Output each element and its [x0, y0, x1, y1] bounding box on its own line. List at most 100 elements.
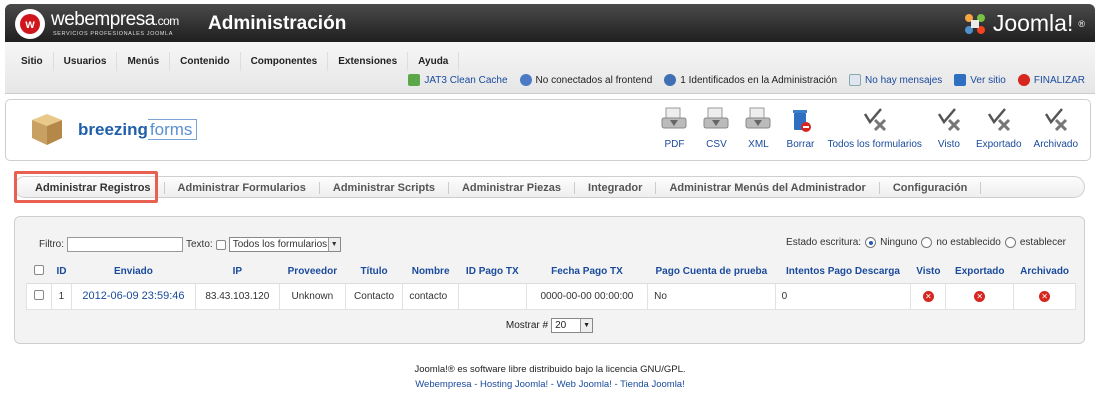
csv-export-icon [703, 107, 729, 129]
power-icon [1017, 74, 1030, 86]
col-visto[interactable]: Visto [910, 261, 946, 284]
text-checkbox[interactable] [215, 239, 226, 250]
form-select[interactable]: Todos los formularios ▼ [228, 237, 341, 252]
col-titulo[interactable]: Título [345, 261, 403, 284]
records-table: ID Enviado IP Proveedor Título Nombre ID… [26, 261, 1076, 310]
tab-administrar-formularios[interactable]: Administrar Formularios [165, 182, 320, 194]
footer-links[interactable]: Webempresa - Hosting Joomla! - Web Jooml… [0, 377, 1100, 392]
archived-button[interactable]: Archivado [1028, 106, 1084, 150]
text-label: Texto: [186, 239, 213, 250]
cell-pago-cuenta-prueba: No [647, 282, 776, 310]
radio-ninguno[interactable] [865, 237, 877, 248]
admin-users-status: 1 Identificados en la Administración [664, 74, 837, 86]
table-header-row: ID Enviado IP Proveedor Título Nombre ID… [26, 261, 1076, 284]
xml-export-icon [745, 107, 771, 129]
package-box-icon [32, 114, 62, 145]
menu-componentes[interactable]: Componentes [241, 52, 329, 71]
cell-titulo: Contacto [344, 282, 404, 310]
viewed-button[interactable]: Visto [928, 106, 970, 150]
message-icon [849, 74, 862, 86]
col-pago-cuenta-prueba[interactable]: Pago Cuenta de prueba [647, 261, 776, 284]
messages-link[interactable]: No hay mensajes [849, 74, 942, 86]
user-icon [664, 74, 677, 86]
tab-configuracion[interactable]: Configuración [880, 182, 982, 194]
delete-button[interactable]: Borrar [779, 106, 821, 150]
filter-input[interactable] [67, 237, 183, 252]
main-menu-bar: Sitio Usuarios Menús Contenido Component… [5, 42, 1095, 94]
estado-label: Estado escritura: [786, 237, 862, 248]
estado-escritura: Estado escritura: Ninguno no establecido… [786, 237, 1066, 248]
brand-tagline: SERVICIOS PROFESIONALES JOOMLA [53, 31, 173, 37]
page-size-select[interactable]: 20 ▼ [551, 318, 594, 333]
chevron-down-icon: ▼ [580, 319, 593, 332]
col-ip[interactable]: IP [195, 261, 280, 284]
records-panel: Filtro: Texto: Todos los formularios ▼ E… [14, 216, 1085, 344]
cell-fecha-pago-tx: 0000-00-00 00:00:00 [525, 282, 649, 310]
tab-administrar-menus[interactable]: Administrar Menús del Administrador [656, 182, 880, 194]
cell-proveedor: Unknown [278, 282, 346, 310]
cell-ip: 83.43.103.120 [194, 282, 280, 310]
col-exportado[interactable]: Exportado [945, 261, 1014, 284]
col-intentos-pago[interactable]: Intentos Pago Descarga [775, 261, 911, 284]
cell-enviado-link[interactable]: 2012-06-09 23:59:46 [71, 282, 196, 310]
cache-icon [408, 74, 421, 86]
status-bar: JAT3 Clean Cache No conectados al fronte… [408, 74, 1085, 86]
all-forms-button[interactable]: Todos los formularios [821, 106, 927, 150]
chevron-down-icon: ▼ [327, 238, 340, 251]
select-all-checkbox[interactable] [33, 265, 44, 276]
tab-administrar-piezas[interactable]: Administrar Piezas [449, 182, 576, 194]
trash-icon [793, 110, 812, 132]
row-checkbox[interactable] [33, 289, 44, 300]
webempresa-logo-icon: w [15, 9, 45, 39]
tab-integrador[interactable]: Integrador [575, 182, 657, 194]
exported-button[interactable]: Exportado [970, 106, 1028, 150]
table-row: 1 2012-06-09 23:59:46 83.43.103.120 Unkn… [26, 282, 1076, 310]
xml-button[interactable]: XML [737, 106, 779, 150]
check-cross-icon [987, 108, 1010, 132]
archivado-no-icon[interactable]: ✕ [1039, 290, 1051, 302]
pagination: Mostrar # 20 ▼ [15, 318, 1084, 333]
col-id-pago-tx[interactable]: ID Pago TX [458, 261, 527, 284]
tab-administrar-registros[interactable]: Administrar Registros [15, 182, 165, 194]
col-enviado[interactable]: Enviado [71, 261, 196, 284]
menu-extensiones[interactable]: Extensiones [328, 52, 409, 71]
menu-menus[interactable]: Menús [117, 52, 171, 71]
menu-contenido[interactable]: Contenido [170, 52, 241, 71]
pdf-button[interactable]: PDF [653, 106, 695, 150]
menu-sitio[interactable]: Sitio [11, 52, 54, 71]
breezingforms-logo: breezing forms [78, 119, 198, 140]
col-archivado[interactable]: Archivado [1013, 261, 1076, 284]
main-menu: Sitio Usuarios Menús Contenido Component… [11, 52, 460, 71]
page-title: Administración [208, 13, 347, 34]
admin-header: w webempresa.com SERVICIOS PROFESIONALES… [5, 4, 1095, 42]
radio-no-establecido[interactable] [921, 237, 933, 248]
pdf-export-icon [661, 107, 687, 129]
menu-ayuda[interactable]: Ayuda [408, 52, 460, 71]
cell-id-pago-tx [457, 282, 527, 310]
check-cross-icon [937, 108, 960, 132]
col-proveedor[interactable]: Proveedor [279, 261, 346, 284]
pager-label: Mostrar # [505, 320, 549, 331]
view-site-link[interactable]: Ver sitio [954, 74, 1006, 86]
license-text: Joomla!® es software libre distribuido b… [414, 364, 686, 375]
col-nombre[interactable]: Nombre [402, 261, 459, 284]
cell-intentos-pago: 0 [774, 282, 912, 310]
cell-nombre: contacto [402, 282, 459, 310]
monitor-icon [954, 74, 967, 86]
col-id[interactable]: ID [51, 261, 72, 284]
logout-link[interactable]: FINALIZAR [1017, 74, 1085, 86]
component-tabs: Administrar Registros Administrar Formul… [14, 176, 1085, 198]
toolbar-buttons: PDF CSV XML Borrar Todos los formularios… [653, 106, 1084, 150]
visto-no-icon[interactable]: ✕ [922, 290, 934, 302]
brand-name: webempresa.com [51, 9, 179, 30]
radio-establecer[interactable] [1004, 237, 1016, 248]
check-cross-icon [863, 108, 886, 132]
joomla-logo: Joomla! ® [962, 10, 1085, 37]
tab-administrar-scripts[interactable]: Administrar Scripts [320, 182, 449, 194]
csv-button[interactable]: CSV [695, 106, 737, 150]
clean-cache-link[interactable]: JAT3 Clean Cache [408, 74, 508, 86]
col-fecha-pago-tx[interactable]: Fecha Pago TX [526, 261, 648, 284]
joomla-icon [964, 13, 985, 34]
menu-usuarios[interactable]: Usuarios [54, 52, 118, 71]
exportado-no-icon[interactable]: ✕ [974, 290, 986, 302]
